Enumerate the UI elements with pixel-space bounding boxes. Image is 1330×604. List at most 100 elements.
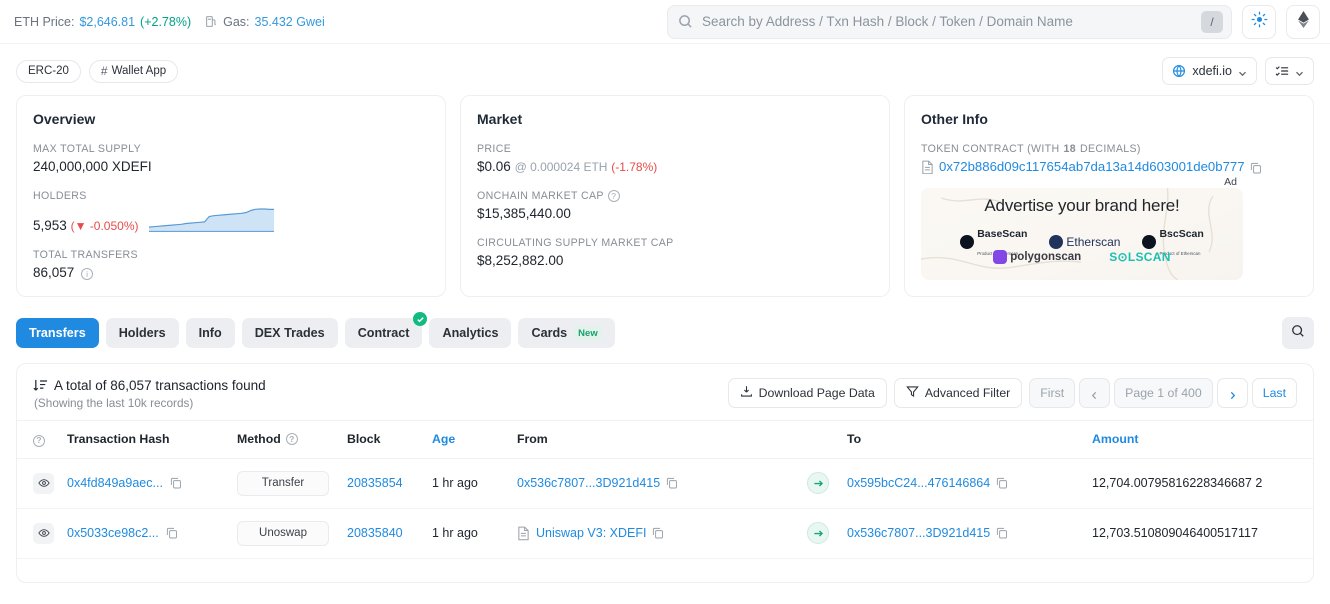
token-contract-label-post: DECIMALS) [1080, 143, 1141, 155]
copy-icon[interactable] [1250, 161, 1262, 173]
help-icon[interactable]: ? [33, 435, 45, 447]
max-total-supply-value: 240,000,000 XDEFI [33, 159, 429, 174]
to-address-link[interactable]: 0x536c7807...3D921d415 [847, 526, 990, 540]
search-bar[interactable]: / [667, 5, 1232, 39]
row-block-cell: 20835840 [341, 508, 426, 558]
chip-row-actions: xdefi.io [1162, 57, 1314, 85]
overview-title: Overview [33, 111, 429, 127]
ad-brand-polygonscan: polygonscan [993, 250, 1081, 264]
tab-cards[interactable]: Cards New [518, 318, 614, 348]
column-direction [801, 421, 841, 458]
price-change: (-1.78%) [611, 160, 657, 174]
other-info-card: Other Info TOKEN CONTRACT (WITH 18 DECIM… [904, 95, 1314, 297]
holders-label: HOLDERS [33, 190, 429, 202]
row-to-cell: 0x536c7807...3D921d415 [841, 508, 1086, 558]
help-icon[interactable]: ? [608, 190, 620, 202]
circulating-market-cap-value: $8,252,882.00 [477, 253, 873, 268]
copy-icon[interactable] [166, 527, 178, 539]
copy-icon[interactable] [996, 477, 1008, 489]
tab-cards-label: Cards [531, 326, 567, 340]
row-age-cell: 1 hr ago [426, 508, 511, 558]
from-address-link[interactable]: 0x536c7807...3D921d415 [517, 476, 660, 490]
page-last-button[interactable]: Last [1252, 378, 1297, 408]
holders-change-value: -0.050% [90, 219, 135, 233]
theme-toggle-button[interactable] [1242, 5, 1276, 39]
chevron-right-icon [1228, 389, 1237, 398]
network-selector-button[interactable] [1286, 5, 1320, 39]
price-value: $0.06 [477, 159, 511, 174]
column-method-label: Method [237, 432, 281, 446]
copy-icon[interactable] [666, 477, 678, 489]
token-contract-label-pre: TOKEN CONTRACT (WITH [921, 143, 1059, 155]
row-method-cell: Unoswap [231, 508, 341, 558]
sort-descending-icon [33, 378, 48, 393]
contract-document-icon [517, 526, 530, 540]
tab-info[interactable]: Info [186, 318, 235, 348]
search-input[interactable] [693, 14, 1201, 29]
eye-icon[interactable] [33, 523, 54, 544]
transactions-sub-note: (Showing the last 10k records) [34, 396, 266, 410]
tab-transfers[interactable]: Transfers [16, 318, 99, 348]
copy-icon[interactable] [170, 477, 182, 489]
site-selector-button[interactable]: xdefi.io [1162, 57, 1257, 85]
page-prev-button [1079, 378, 1110, 408]
row-direction-cell [801, 508, 841, 558]
search-icon [1291, 324, 1305, 343]
transaction-hash-link[interactable]: 0x4fd849a9aec... [67, 476, 163, 490]
tab-contract[interactable]: Contract [345, 318, 423, 348]
transactions-panel-header: A total of 86,057 transactions found (Sh… [17, 364, 1313, 420]
tab-holders[interactable]: Holders [106, 318, 179, 348]
holders-change: (▼ -0.050%) [71, 219, 139, 233]
summary-cards: Overview MAX TOTAL SUPPLY 240,000,000 XD… [0, 91, 1330, 297]
search-icon [678, 14, 693, 29]
ad-brand-etherscan-name: Etherscan [1066, 236, 1120, 248]
info-icon[interactable]: i [81, 268, 93, 280]
from-address-link[interactable]: Uniswap V3: XDEFI [536, 526, 646, 540]
column-age[interactable]: Age [426, 421, 511, 458]
price-block: PRICE $0.06 @ 0.000024 ETH (-1.78%) [477, 143, 873, 174]
row-age-cell: 1 hr ago [426, 458, 511, 508]
ad-brand-bscscan-name: BscScan [1159, 228, 1203, 240]
help-icon[interactable]: ? [286, 433, 298, 445]
total-transfers-label: TOTAL TRANSFERS [33, 249, 429, 261]
ad-badge: Ad [1220, 175, 1241, 189]
row-hash-cell: 0x5033ce98c2... [61, 508, 231, 558]
onchain-market-cap-label: ONCHAIN MARKET CAP ? [477, 190, 873, 202]
tab-analytics[interactable]: Analytics [429, 318, 511, 348]
price-in-eth: @ 0.000024 ETH [515, 160, 608, 174]
token-contract-address-link[interactable]: 0x72b886d09c117654ab7da13a14d603001de0b7… [939, 159, 1245, 174]
site-selector-label: xdefi.io [1192, 64, 1232, 78]
chip-erc20-label: ERC-20 [28, 65, 69, 77]
copy-icon[interactable] [996, 527, 1008, 539]
eth-price-change: (+2.78%) [140, 15, 191, 29]
table-search-button[interactable] [1282, 317, 1314, 349]
advertisement[interactable]: Ad Advertise your brand here! BaseScan P… [921, 188, 1243, 280]
tab-holders-label: Holders [119, 326, 166, 340]
arrow-right-icon [807, 472, 829, 494]
transaction-hash-link[interactable]: 0x5033ce98c2... [67, 526, 159, 540]
block-link[interactable]: 20835840 [347, 526, 403, 540]
column-amount[interactable]: Amount [1086, 421, 1313, 458]
page-next-button[interactable] [1217, 378, 1248, 408]
advanced-filter-button[interactable]: Advanced Filter [894, 378, 1022, 408]
eye-icon[interactable] [33, 473, 54, 494]
eth-price-value[interactable]: $2,646.81 [79, 15, 135, 29]
advanced-filter-label: Advanced Filter [925, 386, 1010, 400]
row-preview-cell [17, 458, 61, 508]
tab-bar: Transfers Holders Info DEX Trades Contra… [0, 297, 1330, 349]
block-link[interactable]: 20835854 [347, 476, 403, 490]
list-options-button[interactable] [1265, 57, 1314, 85]
ad-banner[interactable]: Advertise your brand here! BaseScan Prod… [921, 188, 1243, 280]
chip-erc20[interactable]: ERC-20 [16, 60, 81, 83]
arrow-right-icon [807, 522, 829, 544]
filter-icon [906, 385, 919, 401]
to-address-link[interactable]: 0x595bcC24...476146864 [847, 476, 990, 490]
gas-value[interactable]: 35.432 Gwei [255, 15, 325, 29]
download-page-data-button[interactable]: Download Page Data [728, 378, 887, 408]
page-first-button: First [1029, 378, 1075, 408]
verified-check-icon [413, 312, 427, 326]
row-hash-cell: 0x4fd849a9aec... [61, 458, 231, 508]
tab-dex-trades[interactable]: DEX Trades [242, 318, 338, 348]
copy-icon[interactable] [652, 527, 664, 539]
chip-wallet-app[interactable]: # Wallet App [89, 60, 178, 83]
